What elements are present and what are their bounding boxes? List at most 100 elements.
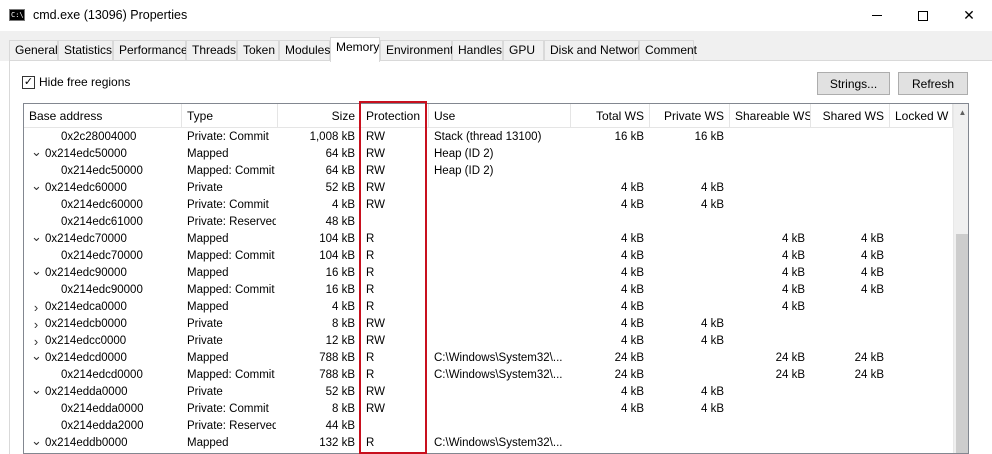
- table-row[interactable]: 0x214edda2000 Private: Reserved 44 kB: [24, 418, 954, 435]
- cell-total-ws: 4 kB: [620, 199, 644, 211]
- collapse-chevron-icon[interactable]: ⌄: [31, 349, 42, 367]
- maximize-button[interactable]: [900, 0, 946, 31]
- table-row[interactable]: 0x214edcd0000 Mapped: Commit 788 kB R C:\Win…: [24, 367, 954, 384]
- title-bar: C:\. cmd.exe (13096) Properties ✕: [0, 0, 992, 31]
- cell-shared-ws: [811, 418, 884, 435]
- hide-free-regions-option[interactable]: ✓ Hide free regions: [22, 75, 130, 89]
- table-row[interactable]: 0x214edda0000 Private: Commit 8 kB RW 4 kB 4 …: [24, 401, 954, 418]
- cell-total-ws: 4 kB: [620, 318, 644, 330]
- table-row[interactable]: ⌄ 0x214edda0000 Private 52 kB RW 4 kB 4 kB: [24, 383, 954, 401]
- table-row[interactable]: ⌄ 0x214edcd0000 Mapped 788 kB R C:\Windows\Sy…: [24, 349, 954, 367]
- tab-threads[interactable]: Threads: [186, 40, 237, 60]
- cmd-app-icon: C:\.: [9, 9, 25, 21]
- tab-statistics[interactable]: Statistics: [58, 40, 113, 60]
- hide-free-regions-checkbox[interactable]: ✓: [22, 75, 35, 89]
- refresh-button[interactable]: Refresh: [898, 72, 968, 95]
- column-header-total-ws[interactable]: Total WS: [571, 104, 650, 128]
- cell-type: Private: [187, 182, 223, 194]
- table-row[interactable]: 0x214edc61000 Private: Reserved 48 kB: [24, 214, 954, 231]
- table-row[interactable]: ⌄ 0x214eddb0000 Mapped 132 kB R C:\Windows\Sy…: [24, 434, 954, 452]
- cell-shared-ws: 4 kB: [860, 250, 884, 262]
- collapse-chevron-icon[interactable]: ⌄: [31, 145, 42, 163]
- table-row[interactable]: 0x214edc70000 Mapped: Commit 104 kB R 4 kB 4 …: [24, 248, 954, 265]
- tab-environment[interactable]: Environment: [380, 40, 453, 60]
- tab-memory[interactable]: Memory: [330, 37, 380, 62]
- collapse-chevron-icon[interactable]: ⌄: [31, 264, 42, 282]
- cell-locked-ws: [890, 418, 947, 435]
- table-row[interactable]: 0x214edc60000 Private: Commit 4 kB RW 4 kB 4 …: [24, 197, 954, 214]
- tab-modules[interactable]: Modules: [279, 40, 330, 60]
- cell-locked-ws: [890, 299, 947, 316]
- table-row[interactable]: › 0x214edcc0000 Private 12 kB RW 4 kB 4 kB: [24, 333, 954, 350]
- collapse-chevron-icon[interactable]: ⌄: [31, 434, 42, 452]
- table-row[interactable]: › 0x214edcb0000 Private 8 kB RW 4 kB 4 kB: [24, 316, 954, 333]
- tab-token[interactable]: Token: [237, 40, 279, 60]
- cell-address: 0x214eddb0000: [45, 437, 128, 449]
- cell-private-ws: [650, 282, 724, 299]
- column-header-base-address[interactable]: Base address: [24, 104, 182, 128]
- vertical-scrollbar[interactable]: ▲: [953, 104, 968, 453]
- table-row[interactable]: ⌄ 0x214edc50000 Mapped 64 kB RW Heap (ID 2): [24, 145, 954, 163]
- cell-locked-ws: [890, 129, 947, 146]
- cell-total-ws: 16 kB: [614, 131, 644, 143]
- scroll-thumb[interactable]: [956, 234, 968, 453]
- cell-size: 12 kB: [325, 335, 355, 347]
- tab-general[interactable]: General: [9, 40, 58, 60]
- strings-button[interactable]: Strings...: [817, 72, 890, 95]
- cell-size: 52 kB: [325, 386, 355, 398]
- column-header-use[interactable]: Use: [429, 104, 571, 128]
- cell-shareable-ws: [730, 418, 805, 435]
- cell-type: Private: Commit: [187, 403, 269, 415]
- cell-private-ws: 4 kB: [700, 386, 724, 398]
- tab-handles[interactable]: Handles: [452, 40, 503, 60]
- collapse-chevron-icon[interactable]: ⌄: [31, 230, 42, 248]
- cell-shared-ws: [811, 197, 884, 214]
- column-header-private-ws[interactable]: Private WS: [650, 104, 730, 128]
- checkmark-icon: ✓: [23, 75, 34, 88]
- close-button[interactable]: ✕: [946, 0, 992, 31]
- table-row[interactable]: ⌄ 0x214edc90000 Mapped 16 kB R 4 kB 4 kB 4 kB: [24, 264, 954, 282]
- table-row[interactable]: 0x214edc50000 Mapped: Commit 64 kB RW Heap (…: [24, 163, 954, 180]
- minimize-button[interactable]: [854, 0, 900, 31]
- cell-total-ws: 4 kB: [620, 301, 644, 313]
- column-header-type[interactable]: Type: [182, 104, 278, 128]
- cell-address: 0x214edc90000: [45, 267, 127, 279]
- expand-chevron-icon[interactable]: ›: [31, 299, 41, 316]
- cell-shared-ws: 4 kB: [860, 284, 884, 296]
- expand-chevron-icon[interactable]: ›: [31, 316, 41, 333]
- table-row[interactable]: ⌄ 0x214edc70000 Mapped 104 kB R 4 kB 4 kB 4 kB: [24, 230, 954, 248]
- table-row[interactable]: 0x214edc90000 Mapped: Commit 16 kB R 4 kB 4 k…: [24, 282, 954, 299]
- table-row[interactable]: 0x2c28004000 Private: Commit 1,008 kB RW Sta…: [24, 129, 954, 146]
- cell-total-ws: 4 kB: [620, 403, 644, 415]
- cell-total-ws: 4 kB: [620, 335, 644, 347]
- table-row[interactable]: › 0x214edca0000 Mapped 4 kB R 4 kB 4 kB: [24, 299, 954, 316]
- column-header-shared-ws[interactable]: Shared WS: [811, 104, 890, 128]
- scroll-up-icon[interactable]: ▲: [954, 104, 968, 121]
- cell-address: 0x214edc70000: [45, 233, 127, 245]
- cell-locked-ws: [890, 197, 947, 214]
- tab-performance[interactable]: Performance: [113, 40, 188, 60]
- column-header-size[interactable]: Size: [278, 104, 361, 128]
- cell-protection: R: [366, 284, 375, 296]
- hide-free-regions-label: Hide free regions: [39, 75, 131, 89]
- cell-shareable-ws: [730, 214, 805, 231]
- cell-address: 0x214edc70000: [61, 250, 143, 262]
- tab-gpu[interactable]: GPU: [503, 40, 544, 60]
- cell-type: Private: Commit: [187, 131, 269, 143]
- cell-locked-ws: [890, 384, 947, 401]
- tab-disk-and-network[interactable]: Disk and Network: [544, 40, 644, 60]
- cell-type: Private: Reserved: [187, 216, 276, 228]
- cell-size: 64 kB: [325, 148, 355, 160]
- close-icon: ✕: [963, 7, 975, 24]
- table-row[interactable]: ⌄ 0x214edc60000 Private 52 kB RW 4 kB 4 kB: [24, 179, 954, 197]
- collapse-chevron-icon[interactable]: ⌄: [31, 383, 42, 401]
- column-header-protection[interactable]: Protection: [361, 104, 429, 128]
- cell-address: 0x214edda0000: [45, 386, 128, 398]
- column-header-shareable-ws[interactable]: Shareable WS: [730, 104, 811, 128]
- collapse-chevron-icon[interactable]: ⌄: [31, 179, 42, 197]
- cell-private-ws: [650, 418, 724, 435]
- cell-private-ws: [650, 146, 724, 163]
- memory-list[interactable]: Base address Type Size Protection Use Total W…: [23, 103, 969, 454]
- tab-comment[interactable]: Comment: [639, 40, 697, 60]
- column-header-locked-w[interactable]: Locked W: [890, 104, 953, 128]
